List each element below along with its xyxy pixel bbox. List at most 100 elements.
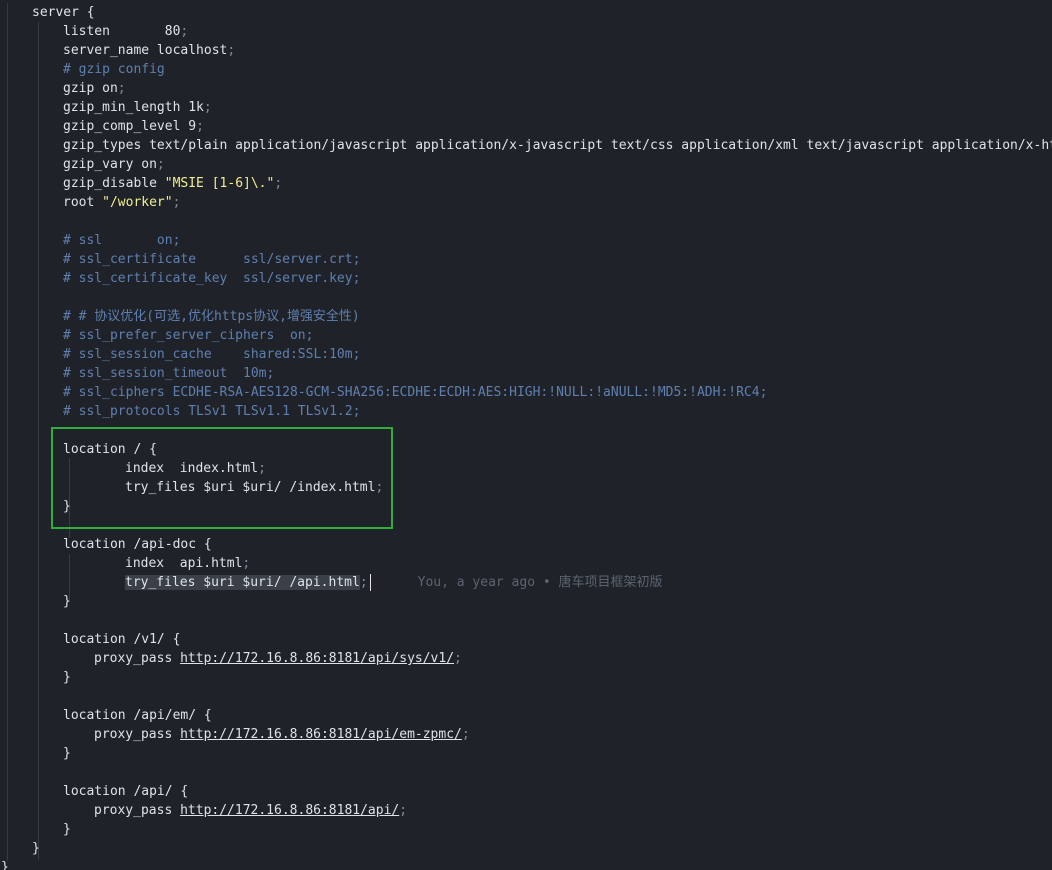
code-token: # # 协议优化(可选,优化https协议,增强安全性)	[63, 309, 360, 324]
code-token: gzip_types text/plain application/javasc…	[63, 138, 1052, 153]
code-line[interactable]: # gzip config	[0, 60, 1052, 79]
code-token: }	[63, 746, 71, 761]
code-line[interactable]: # ssl_session_timeout 10m;	[0, 364, 1052, 383]
code-token: }	[1, 860, 9, 870]
code-line[interactable]: }	[0, 668, 1052, 687]
code-token: location / {	[63, 442, 157, 457]
code-token: index api.html	[125, 556, 243, 571]
code-token: ;	[359, 575, 368, 590]
code-line[interactable]: gzip_disable "MSIE [1-6]\.";	[0, 174, 1052, 193]
code-token: }	[63, 594, 71, 609]
code-line[interactable]: }	[0, 858, 1052, 870]
url-link[interactable]: http://172.16.8.86:8181/api/em-zpmc/	[180, 727, 462, 742]
code-line[interactable]	[0, 611, 1052, 630]
git-blame-annotation: You, a year ago • 唐车项目框架初版	[417, 575, 663, 590]
code-line[interactable]: location /api/em/ {	[0, 706, 1052, 725]
code-token: index index.html	[125, 461, 259, 476]
code-token: ;	[117, 81, 126, 96]
code-line[interactable]: location / {	[0, 440, 1052, 459]
code-line[interactable]: # # 协议优化(可选,优化https协议,增强安全性)	[0, 307, 1052, 326]
code-token: # gzip config	[63, 62, 165, 77]
code-token: # ssl_ciphers ECDHE-RSA-AES128-GCM-SHA25…	[63, 385, 768, 400]
code-token: location /api/em/ {	[63, 708, 212, 723]
code-line[interactable]: # ssl_protocols TLSv1 TLSv1.1 TLSv1.2;	[0, 402, 1052, 421]
url-link[interactable]: http://172.16.8.86:8181/api/	[180, 803, 399, 818]
code-token: # ssl_prefer_server_ciphers on;	[63, 328, 314, 343]
code-token: ;	[227, 43, 236, 58]
code-editor[interactable]: server {listen 80; server_name localhost;…	[0, 0, 1052, 870]
code-line[interactable]: location /v1/ {	[0, 630, 1052, 649]
code-line[interactable]: try_files $uri $uri/ /index.html;	[0, 478, 1052, 497]
code-line[interactable]: index api.html;	[0, 554, 1052, 573]
code-token: gzip_comp_level 9	[63, 119, 197, 134]
code-token: ;	[242, 556, 251, 571]
code-line[interactable]: proxy_pass http://172.16.8.86:8181/api/s…	[0, 649, 1052, 668]
code-line[interactable]: }	[0, 820, 1052, 839]
code-token: location /v1/ {	[63, 632, 181, 647]
code-line[interactable]: }	[0, 497, 1052, 516]
code-token: ;	[156, 157, 165, 172]
code-line[interactable]: # ssl_session_cache shared:SSL:10m;	[0, 345, 1052, 364]
code-token: "/worker"	[102, 195, 173, 210]
code-line[interactable]: try_files $uri $uri/ /api.html; You, a ye…	[0, 573, 1052, 592]
code-token: proxy_pass	[94, 803, 181, 818]
code-token: }	[63, 822, 71, 837]
code-token: ;	[399, 803, 408, 818]
code-token: # ssl_certificate_key ssl/server.key;	[63, 271, 361, 286]
code-line[interactable]: }	[0, 839, 1052, 858]
code-line[interactable]: gzip_types text/plain application/javasc…	[0, 136, 1052, 155]
code-line[interactable]: server {	[0, 3, 1052, 22]
code-token: "MSIE [1-6]\."	[164, 176, 275, 191]
code-line[interactable]: proxy_pass http://172.16.8.86:8181/api/e…	[0, 725, 1052, 744]
code-line[interactable]: location /api-doc {	[0, 535, 1052, 554]
code-line[interactable]: proxy_pass http://172.16.8.86:8181/api/;	[0, 801, 1052, 820]
code-line[interactable]: # ssl_ciphers ECDHE-RSA-AES128-GCM-SHA25…	[0, 383, 1052, 402]
code-line[interactable]: }	[0, 744, 1052, 763]
code-token: ;	[274, 176, 283, 191]
code-line[interactable]: gzip on;	[0, 79, 1052, 98]
code-token: # ssl_session_cache shared:SSL:10m;	[63, 347, 361, 362]
code-token: ;	[203, 100, 212, 115]
code-token: location /api-doc {	[63, 537, 212, 552]
code-line[interactable]: gzip_vary on;	[0, 155, 1052, 174]
code-line[interactable]: # ssl_prefer_server_ciphers on;	[0, 326, 1052, 345]
code-token: }	[63, 499, 71, 514]
code-line[interactable]	[0, 687, 1052, 706]
code-token: ;	[172, 195, 181, 210]
code-line[interactable]	[0, 212, 1052, 231]
code-token: location /api/ {	[63, 784, 189, 799]
code-token: gzip on	[63, 81, 118, 96]
code-token: # ssl on;	[63, 233, 181, 248]
code-token: # ssl_certificate ssl/server.crt;	[63, 252, 361, 267]
code-token: gzip_disable	[63, 176, 165, 191]
code-token: server {	[32, 5, 95, 20]
code-token: ;	[454, 651, 462, 666]
code-token: gzip_vary on	[63, 157, 157, 172]
code-token: gzip_min_length 1k	[63, 100, 204, 115]
code-token: proxy_pass	[94, 651, 181, 666]
code-token: try_files $uri $uri/ /index.html	[125, 480, 376, 495]
code-line[interactable]: index index.html;	[0, 459, 1052, 478]
code-line[interactable]: listen 80;	[0, 22, 1052, 41]
code-token: server_name localhost	[63, 43, 228, 58]
url-link[interactable]: http://172.16.8.86:8181/api/sys/v1/	[180, 651, 454, 666]
code-token: root	[63, 195, 103, 210]
code-token: }	[63, 670, 71, 685]
code-line[interactable]: location /api/ {	[0, 782, 1052, 801]
code-line[interactable]: gzip_comp_level 9;	[0, 117, 1052, 136]
code-line[interactable]: # ssl_certificate ssl/server.crt;	[0, 250, 1052, 269]
code-line[interactable]: server_name localhost;	[0, 41, 1052, 60]
code-line[interactable]	[0, 288, 1052, 307]
text-cursor	[369, 574, 371, 591]
code-token: proxy_pass	[94, 727, 181, 742]
code-line[interactable]	[0, 421, 1052, 440]
code-token: try_files $uri $uri/ /api.html	[125, 575, 360, 590]
code-line[interactable]	[0, 516, 1052, 535]
code-line[interactable]: # ssl_certificate_key ssl/server.key;	[0, 269, 1052, 288]
code-line[interactable]: gzip_min_length 1k;	[0, 98, 1052, 117]
code-line[interactable]	[0, 763, 1052, 782]
code-token: ;	[180, 24, 189, 39]
code-line[interactable]: # ssl on;	[0, 231, 1052, 250]
code-line[interactable]: root "/worker";	[0, 193, 1052, 212]
code-line[interactable]: }	[0, 592, 1052, 611]
